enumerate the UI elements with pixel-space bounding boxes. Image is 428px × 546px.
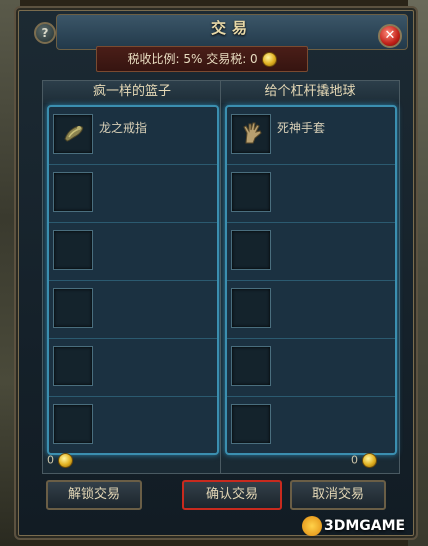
titlebar: 交易 xyxy=(56,14,408,50)
item-name: 龙之戒指 xyxy=(99,121,148,135)
item-slot[interactable] xyxy=(53,230,93,270)
trade-slot[interactable]: 死神手套 xyxy=(227,107,395,165)
item-slot[interactable] xyxy=(53,346,93,386)
trade-slot[interactable] xyxy=(227,223,395,281)
trade-slot[interactable] xyxy=(49,397,217,454)
item-slot[interactable] xyxy=(53,288,93,328)
tax-info: 税收比例: 5% 交易税: 0 xyxy=(96,46,308,72)
item-slot[interactable] xyxy=(231,346,271,386)
item-slot[interactable] xyxy=(231,288,271,328)
gold-coin-icon xyxy=(361,453,377,468)
item-slot[interactable] xyxy=(231,114,271,154)
item-slot[interactable] xyxy=(53,172,93,212)
tax-text: 税收比例: 5% 交易税: 0 xyxy=(127,52,258,66)
right-trader-name: 给个杠杆撬地球 xyxy=(221,81,399,103)
item-name: 死神手套 xyxy=(277,121,326,135)
trade-slot[interactable] xyxy=(227,339,395,397)
trade-slot[interactable] xyxy=(49,165,217,223)
trade-slot[interactable] xyxy=(49,339,217,397)
ring-icon xyxy=(64,126,84,142)
window-title: 交易 xyxy=(210,19,253,37)
trade-slot[interactable] xyxy=(49,223,217,281)
right-gold-amount: 0 xyxy=(351,453,358,467)
item-slot[interactable] xyxy=(231,404,271,444)
left-gold-amount: 0 xyxy=(47,453,54,467)
gold-coin-icon xyxy=(57,453,73,468)
watermark-text: 3DMGAME xyxy=(324,518,406,534)
item-slot[interactable] xyxy=(53,404,93,444)
trade-slot[interactable]: 龙之戒指 xyxy=(49,107,217,165)
right-trader-panel: 给个杠杆撬地球 死神手套 0 xyxy=(220,80,400,474)
trade-slot[interactable] xyxy=(227,397,395,454)
right-gold-display: 0 xyxy=(351,453,377,468)
left-slot-list: 龙之戒指 xyxy=(47,105,219,455)
glove-icon xyxy=(243,122,262,144)
trade-slot[interactable] xyxy=(227,165,395,223)
watermark-logo-icon xyxy=(302,516,322,536)
cancel-trade-button[interactable]: 取消交易 xyxy=(290,480,386,510)
help-icon[interactable]: ? xyxy=(34,22,56,44)
item-slot[interactable] xyxy=(231,172,271,212)
left-gold-display: 0 xyxy=(47,453,73,468)
gold-coin-icon xyxy=(261,52,277,67)
unlock-trade-button[interactable]: 解锁交易 xyxy=(46,480,142,510)
trade-slot[interactable] xyxy=(49,281,217,339)
left-trader-panel: 疯一样的篮子 龙之戒指 0 xyxy=(42,80,222,474)
close-icon[interactable]: ✕ xyxy=(378,24,402,48)
trade-slot[interactable] xyxy=(227,281,395,339)
left-trader-name: 疯一样的篮子 xyxy=(43,81,221,103)
item-slot[interactable] xyxy=(231,230,271,270)
watermark: 3DMGAME xyxy=(302,516,405,536)
right-slot-list: 死神手套 xyxy=(225,105,397,455)
item-slot[interactable] xyxy=(53,114,93,154)
confirm-trade-button[interactable]: 确认交易 xyxy=(182,480,282,510)
